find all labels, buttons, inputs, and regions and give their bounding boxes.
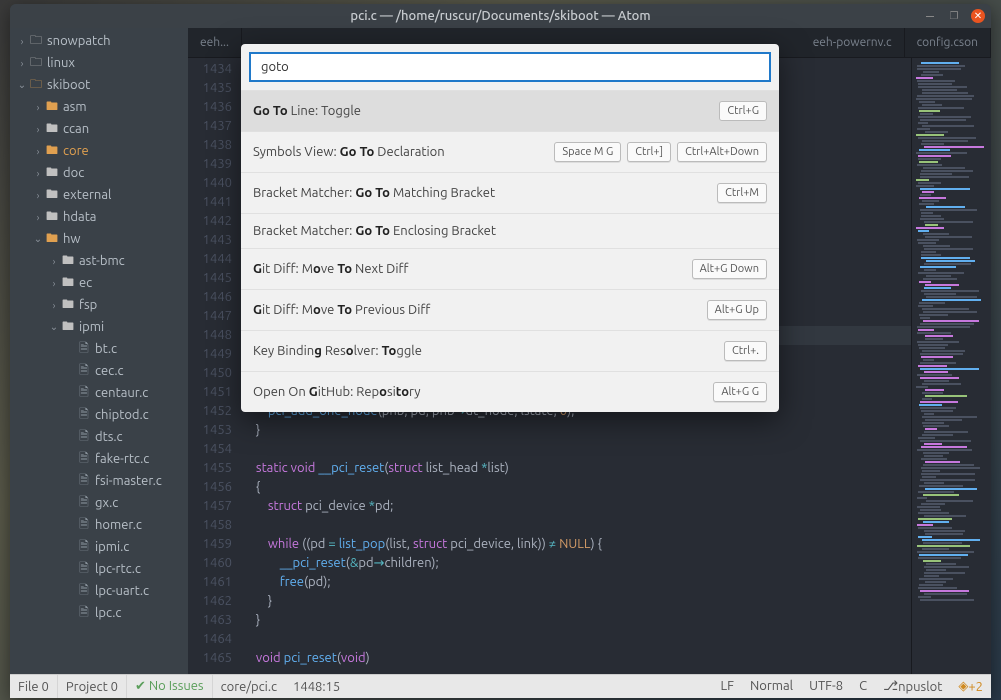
palette-item[interactable]: Bracket Matcher: Go To Matching BracketC… xyxy=(241,172,779,213)
tree-item[interactable]: 🗎ipmi.c xyxy=(10,536,188,558)
status-lf[interactable]: LF xyxy=(712,679,741,693)
keybinding: Ctrl+Alt+Down xyxy=(677,142,767,162)
tab[interactable]: config.cson xyxy=(905,28,991,57)
palette-item[interactable]: Open On GitHub: RepositoryAlt+G G xyxy=(241,371,779,412)
keybinding: Space M G xyxy=(554,142,621,162)
tree-item[interactable]: ›🗀linux xyxy=(10,52,188,74)
status-warn[interactable]: ◈ +2 xyxy=(950,679,991,694)
gutter: 1434 1435 1436 1437 1438 1439 1440 1441 … xyxy=(188,58,244,674)
status-lang[interactable]: C xyxy=(851,679,875,693)
tree-item[interactable]: ›🖿hdata xyxy=(10,206,188,228)
tree-item[interactable]: ›🗀snowpatch xyxy=(10,30,188,52)
status-file[interactable]: File 0 xyxy=(10,675,58,698)
tree-item[interactable]: 🗎fsi-master.c xyxy=(10,470,188,492)
palette-item[interactable]: Git Diff: Move To Previous DiffAlt+G Up xyxy=(241,289,779,330)
tree-item[interactable]: ›🖿doc xyxy=(10,162,188,184)
command-palette-input[interactable] xyxy=(249,52,771,82)
window: pci.c — /home/ruscur/Documents/skiboot —… xyxy=(10,4,991,698)
tree-item[interactable]: ›🖿ast-bmc xyxy=(10,250,188,272)
tree-item[interactable]: 🗎centaur.c xyxy=(10,382,188,404)
tree-item[interactable]: 🗎dts.c xyxy=(10,426,188,448)
tree-item[interactable]: 🗎chiptod.c xyxy=(10,404,188,426)
tree-item[interactable]: 🗎bt.c xyxy=(10,338,188,360)
palette-item[interactable]: Git Diff: Move To Next DiffAlt+G Down xyxy=(241,248,779,289)
tab[interactable]: eeh... xyxy=(188,28,242,57)
tree-item[interactable]: 🗎lpc-rtc.c xyxy=(10,558,188,580)
tree-item[interactable]: 🗎gx.c xyxy=(10,492,188,514)
tree-item[interactable]: ⌄🖿hw xyxy=(10,228,188,250)
window-title: pci.c — /home/ruscur/Documents/skiboot —… xyxy=(350,9,650,23)
status-issues[interactable]: ✔ No Issues xyxy=(127,675,213,698)
keybinding: Alt+G G xyxy=(713,382,767,402)
maximize-button[interactable]: ❐ xyxy=(947,9,961,23)
keybinding: Ctrl+] xyxy=(627,142,671,162)
palette-item[interactable]: Go To Line: ToggleCtrl+G xyxy=(241,90,779,131)
palette-item[interactable]: Bracket Matcher: Go To Enclosing Bracket xyxy=(241,213,779,248)
tree-item[interactable]: 🗎lpc-uart.c xyxy=(10,580,188,602)
tree-item[interactable]: ›🖿asm xyxy=(10,96,188,118)
status-encoding[interactable]: UTF-8 xyxy=(801,679,851,693)
command-palette-list[interactable]: Go To Line: ToggleCtrl+GSymbols View: Go… xyxy=(241,90,779,412)
tree-item[interactable]: ⌄🖿ipmi xyxy=(10,316,188,338)
titlebar: pci.c — /home/ruscur/Documents/skiboot —… xyxy=(10,4,991,28)
status-branch[interactable]: ⎇ npuslot xyxy=(875,679,950,694)
command-palette: Go To Line: ToggleCtrl+GSymbols View: Go… xyxy=(241,44,779,412)
tree-item[interactable]: 🗎homer.c xyxy=(10,514,188,536)
palette-item[interactable]: Symbols View: Go To DeclarationSpace M G… xyxy=(241,131,779,172)
tree-item[interactable]: ›🖿core xyxy=(10,140,188,162)
tree-item[interactable]: ›🖿fsp xyxy=(10,294,188,316)
tree-item[interactable]: 🗎lpc.c xyxy=(10,602,188,624)
status-path[interactable]: core/pci.c xyxy=(213,675,285,698)
status-cursor[interactable]: 1448:15 xyxy=(285,675,348,698)
keybinding: Alt+G Down xyxy=(692,259,767,279)
keybinding: Ctrl+G xyxy=(719,101,767,121)
tree-item[interactable]: ›🖿external xyxy=(10,184,188,206)
close-button[interactable]: ✕ xyxy=(971,9,985,23)
status-bar: File 0 Project 0 ✔ No Issues core/pci.c … xyxy=(10,674,991,698)
minimap[interactable] xyxy=(911,58,991,674)
tab[interactable]: eeh-powernv.c xyxy=(801,28,905,57)
tree-item[interactable]: 🗎fake-rtc.c xyxy=(10,448,188,470)
palette-item[interactable]: Key Binding Resolver: ToggleCtrl+. xyxy=(241,330,779,371)
minimize-button[interactable] xyxy=(923,9,937,23)
status-project[interactable]: Project 0 xyxy=(58,675,127,698)
keybinding: Alt+G Up xyxy=(707,300,767,320)
tree-item[interactable]: ›🖿ccan xyxy=(10,118,188,140)
keybinding: Ctrl+. xyxy=(724,341,767,361)
keybinding: Ctrl+M xyxy=(717,183,767,203)
tree-item[interactable]: ›🖿ec xyxy=(10,272,188,294)
tree-item[interactable]: 🗎cec.c xyxy=(10,360,188,382)
file-tree[interactable]: ›🗀snowpatch›🗀linux⌄🗀skiboot›🖿asm›🖿ccan›🖿… xyxy=(10,28,188,674)
tree-item[interactable]: ⌄🗀skiboot xyxy=(10,74,188,96)
status-mode[interactable]: Normal xyxy=(742,679,801,693)
